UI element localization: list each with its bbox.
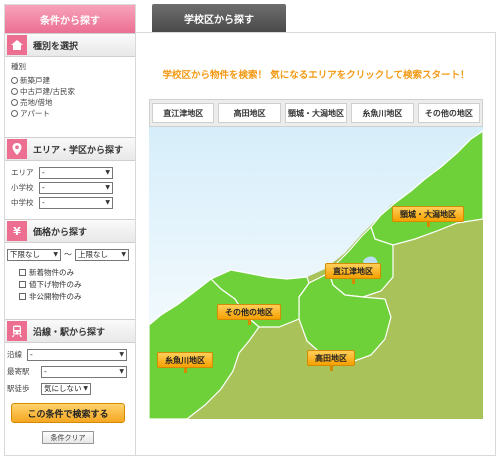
area-section-title: エリア・学区から探す [33,145,124,156]
price-section-title: 価格から探す [33,227,88,238]
district-map: 頸城・大潟地区 直江津地区 その他の地区 糸魚川地区 高田地区 [148,127,484,420]
checkbox[interactable] [19,280,26,288]
type-option-land[interactable]: 売地/借地 [11,97,129,108]
price-min-select[interactable]: 下限なし [7,248,61,261]
type-option-new-house[interactable]: 新築戸建 [11,75,129,86]
home-icon [7,35,27,55]
tab-condition-search[interactable]: 条件から探す [5,5,135,33]
search-sidebar: 条件から探す 種別を選択 種別 新築戸建 中古戸建/古民家 売地/借地 アパート… [4,4,136,456]
price-separator: ～ [64,250,72,259]
junior-high-select[interactable]: - [39,196,113,209]
checkbox[interactable] [19,268,26,276]
elementary-label: 小学校 [11,183,34,192]
yen-icon: ¥ [7,221,27,241]
station-select[interactable]: - [41,365,127,378]
map-pin-icon [7,139,27,159]
line-select[interactable]: - [27,348,127,361]
map-label-kubiki[interactable]: 頸城・大潟地区 [392,206,464,227]
headline: 学校区から物件を検索！ 気になるエリアをクリックして検索スタート！ [162,70,470,81]
area-select[interactable]: - [39,166,113,179]
map-label-itoigawa[interactable]: 糸魚川地区 [157,352,213,373]
area-tab-naoetsu[interactable]: 直江津地区 [152,103,215,123]
price-max-select[interactable]: 上限なし [75,248,129,261]
tab-school-district[interactable]: 学校区から探す [152,4,286,32]
search-button[interactable]: この条件で検索する [11,403,125,423]
area-tab-bar: 直江津地区 高田地区 頸城・大潟地区 糸魚川地区 その他の地区 [149,99,483,127]
check-reduced-only[interactable]: 値下げ物件のみ [7,278,129,290]
radio-button[interactable] [11,99,18,106]
price-section-header: ¥ 価格から探す [5,219,135,243]
train-icon [7,321,27,341]
map-label-takada[interactable]: 高田地区 [307,350,355,371]
area-tab-other[interactable]: その他の地区 [417,103,481,123]
check-new-only[interactable]: 新着物件のみ [7,266,129,278]
area-tab-kubiki[interactable]: 頸城・大潟地区 [284,103,348,123]
area-label: エリア [11,168,34,177]
junior-label: 中学校 [11,198,34,207]
type-section-title: 種別を選択 [33,41,79,52]
area-section-header: エリア・学区から探す [5,137,135,161]
map-label-other[interactable]: その他の地区 [217,304,281,325]
radio-button[interactable] [11,88,18,95]
map-label-naoetsu[interactable]: 直江津地区 [325,263,381,284]
school-district-panel: 学校区から物件を検索！ 気になるエリアをクリックして検索スタート！ 直江津地区 … [136,32,496,456]
clear-button[interactable]: 条件クリア [42,431,94,444]
type-option-apartment[interactable]: アパート [11,108,129,119]
type-option-used-house[interactable]: 中古戸建/古民家 [11,86,129,97]
area-tab-itoigawa[interactable]: 糸魚川地区 [351,103,414,123]
type-label: 種別 [11,62,26,71]
walk-select[interactable]: 気にしない [41,382,91,395]
radio-button[interactable] [11,110,18,117]
type-section-header: 種別を選択 [5,33,135,57]
walk-label: 駅徒歩 [7,384,30,393]
check-private-only[interactable]: 非公開物件のみ [7,290,129,302]
checkbox[interactable] [19,292,26,300]
line-section-title: 沿線・駅から探す [33,327,106,338]
elementary-school-select[interactable]: - [39,181,113,194]
line-section-header: 沿線・駅から探す [5,319,135,343]
area-tab-takada[interactable]: 高田地区 [218,103,281,123]
radio-button[interactable] [11,77,18,84]
station-label: 最寄駅 [7,367,30,376]
line-label: 沿線 [7,350,22,359]
district-map-graphic [148,127,484,420]
